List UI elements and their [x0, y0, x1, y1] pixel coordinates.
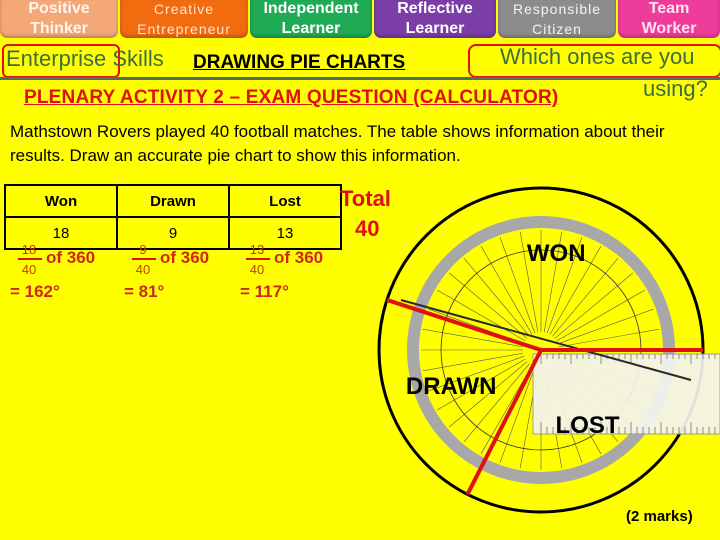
slice-label-won: WON [526, 239, 586, 267]
slice-label-drawn: DRAWN [405, 373, 497, 401]
slice-label-lost: LOST [555, 411, 620, 439]
pie-chart [377, 186, 720, 514]
marks-label: (2 marks) [626, 508, 693, 525]
